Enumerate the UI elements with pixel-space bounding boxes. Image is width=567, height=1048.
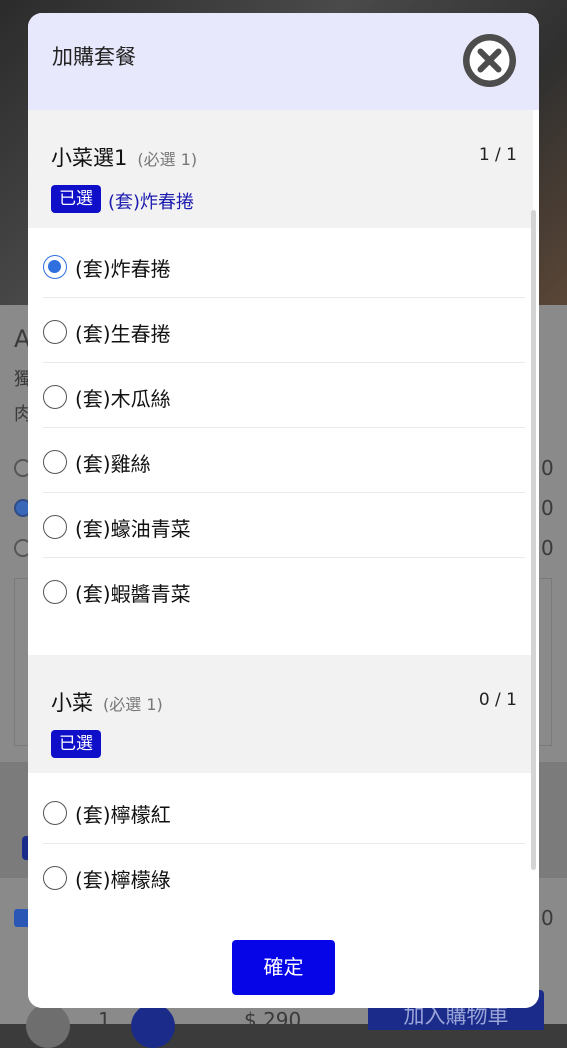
divider — [43, 843, 525, 844]
option-row[interactable]: (套)炸春捲 — [28, 234, 533, 298]
option-label: (套)雞絲 — [75, 452, 151, 476]
group-header: 小菜選1 (必選 1) 1 / 1 已選 (套)炸春捲 — [28, 110, 533, 228]
radio-button[interactable] — [43, 320, 67, 344]
option-row[interactable]: (套)木瓜絲 — [28, 364, 533, 428]
group-count: 1 / 1 — [478, 145, 517, 165]
close-button[interactable] — [463, 34, 516, 87]
radio-button[interactable] — [43, 580, 67, 604]
divider — [43, 362, 525, 363]
option-row[interactable]: (套)蠔油青菜 — [28, 494, 533, 558]
option-row[interactable]: (套)檸檬紅 — [28, 780, 533, 844]
divider — [43, 492, 525, 493]
group-title-text: 小菜選1 — [51, 146, 128, 170]
minus-icon — [26, 1004, 70, 1048]
option-label: (套)檸檬綠 — [75, 868, 171, 892]
background-price: $ 290 — [244, 1008, 302, 1032]
option-row[interactable]: (套)雞絲 — [28, 429, 533, 493]
divider — [43, 427, 525, 428]
group-header: 小菜 (必選 1) 0 / 1 已選 — [28, 655, 533, 773]
group-requirement: (必選 1) — [137, 150, 198, 169]
radio-button[interactable] — [43, 515, 67, 539]
radio-button[interactable] — [43, 801, 67, 825]
option-label: (套)蝦醬青菜 — [75, 582, 191, 606]
divider — [43, 297, 525, 298]
group-title: 小菜選1 (必選 1) — [51, 142, 197, 172]
option-row[interactable]: (套)生春捲 — [28, 299, 533, 363]
option-row[interactable]: (套)檸檬綠 — [28, 845, 533, 909]
background-price-edge: 0 — [541, 456, 554, 480]
modal-header: 加購套餐 — [28, 13, 539, 110]
group-title: 小菜 (必選 1) — [51, 687, 163, 717]
selected-badge: 已選 — [51, 730, 101, 758]
group-requirement: (必選 1) — [103, 695, 163, 714]
scrollbar[interactable] — [531, 210, 536, 870]
modal-body[interactable]: 小菜選1 (必選 1) 1 / 1 已選 (套)炸春捲 (套)炸春捲 (套)生春捲… — [28, 110, 539, 925]
divider — [43, 557, 525, 558]
combo-addon-modal: 加購套餐 小菜選1 (必選 1) 1 / 1 已選 (套)炸春捲 (套)炸春捲 (… — [28, 13, 539, 1008]
modal-title: 加購套餐 — [52, 45, 136, 69]
confirm-button[interactable]: 確定 — [232, 940, 335, 995]
plus-icon — [131, 1004, 175, 1048]
radio-button[interactable] — [43, 866, 67, 890]
selected-value: (套)炸春捲 — [108, 192, 195, 213]
close-icon — [469, 40, 510, 81]
background-price-edge: 0 — [541, 536, 554, 560]
option-label: (套)生春捲 — [75, 322, 171, 346]
radio-button[interactable] — [43, 385, 67, 409]
option-label: (套)檸檬紅 — [75, 803, 171, 827]
radio-button[interactable] — [43, 450, 67, 474]
group-title-text: 小菜 — [51, 691, 93, 715]
option-row[interactable]: (套)蝦醬青菜 — [28, 559, 533, 623]
selected-badge: 已選 — [51, 185, 101, 213]
radio-button[interactable] — [43, 255, 67, 279]
background-qty: 1 — [98, 1008, 111, 1032]
option-label: (套)蠔油青菜 — [75, 517, 191, 541]
option-label: (套)木瓜絲 — [75, 387, 171, 411]
background-price-edge: 0 — [541, 496, 554, 520]
option-label: (套)炸春捲 — [75, 257, 171, 281]
group-count: 0 / 1 — [478, 690, 517, 710]
background-price-edge: 0 — [541, 906, 554, 930]
modal-footer: 確定 — [28, 925, 539, 1008]
